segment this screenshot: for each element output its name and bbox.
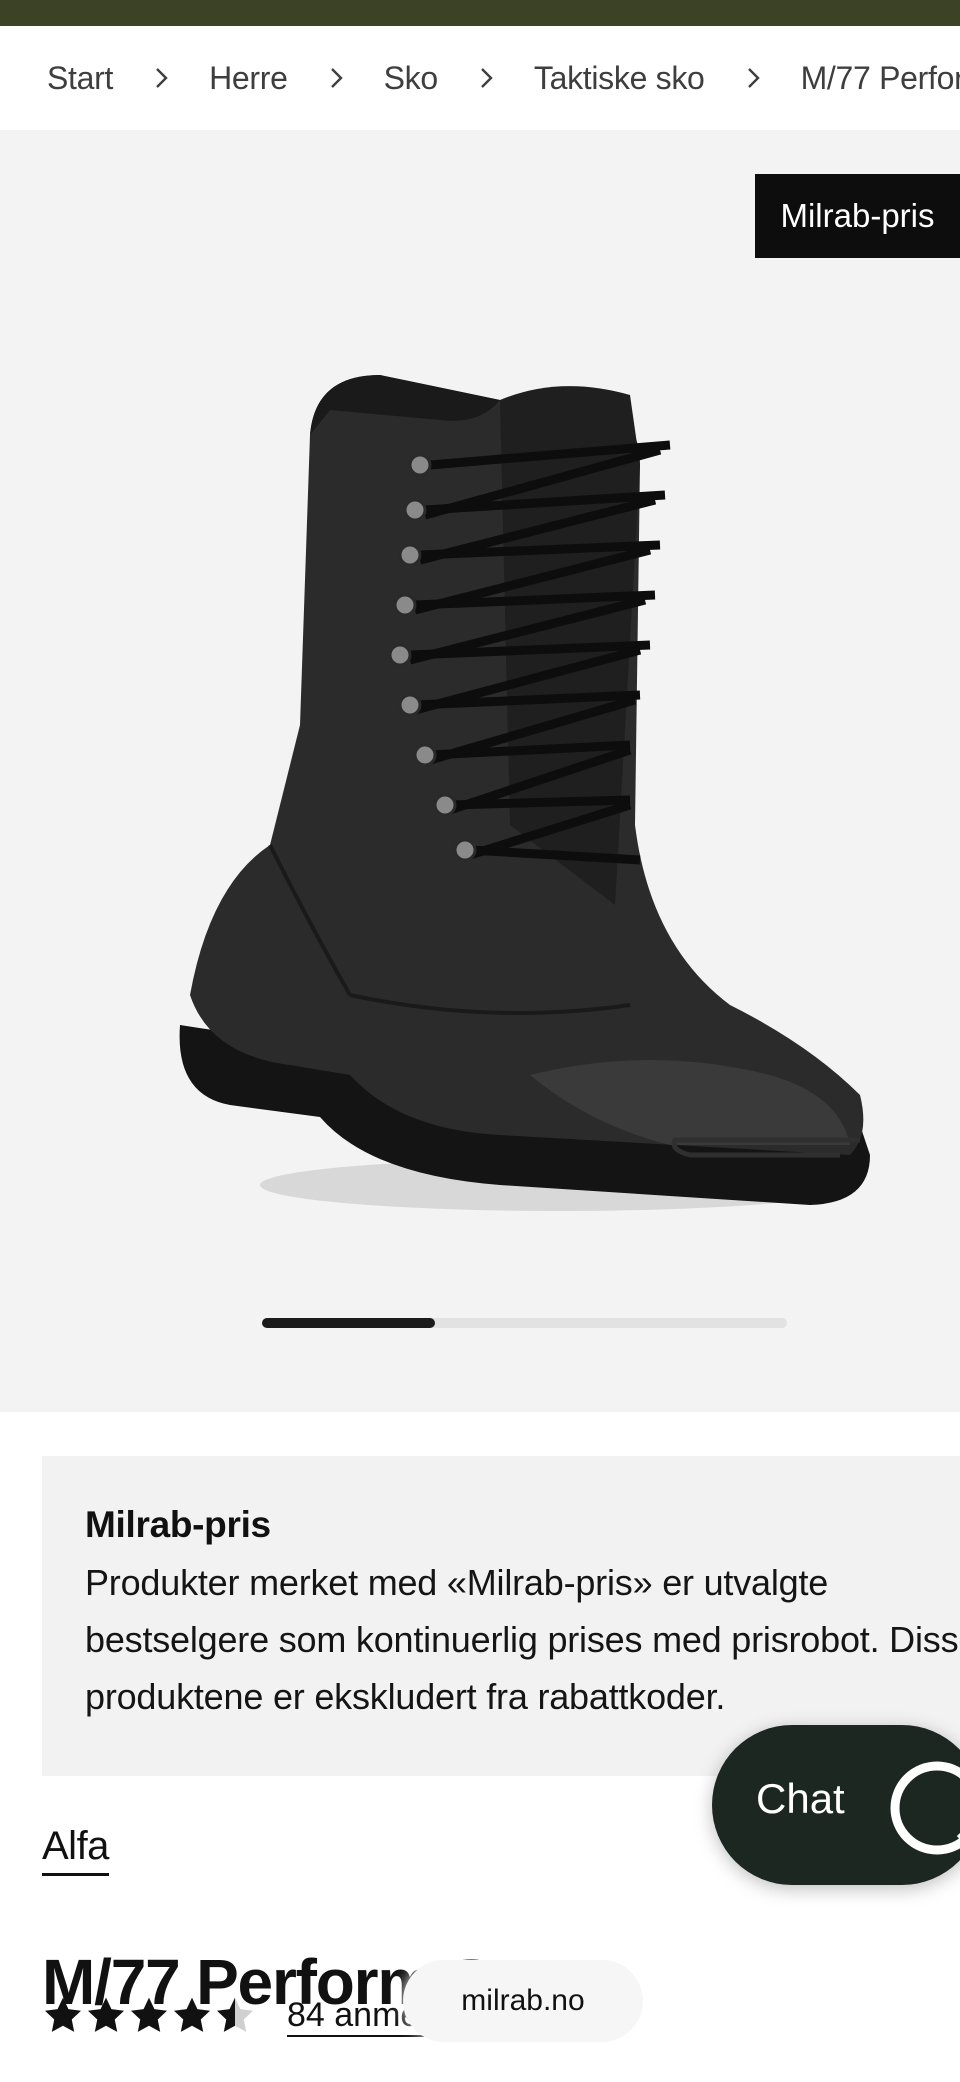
breadcrumb-taktiske-sko[interactable]: Taktiske sko [534, 60, 705, 97]
star-full-icon [85, 1995, 127, 2037]
brand-link[interactable]: Alfa [42, 1824, 109, 1876]
star-full-icon [171, 1995, 213, 2037]
chat-label: Chat [756, 1775, 845, 1822]
star-full-icon [128, 1995, 170, 2037]
info-title: Milrab-pris [85, 1504, 271, 1545]
carousel-progress-fill [262, 1318, 436, 1328]
breadcrumb-herre[interactable]: Herre [209, 60, 288, 97]
top-banner-strip [0, 0, 960, 26]
browser-url-pill[interactable]: milrab.no [403, 1960, 643, 2042]
chevron-right-icon [731, 58, 775, 98]
chat-bubble-icon [890, 1761, 960, 1855]
milrab-pris-badge: Milrab-pris [755, 174, 960, 258]
product-image-gallery[interactable]: Milrab-pris [0, 130, 960, 1412]
star-full-icon [42, 1995, 84, 2037]
breadcrumb-start[interactable]: Start [47, 60, 113, 97]
chevron-right-icon [139, 58, 183, 98]
chevron-right-icon [464, 58, 508, 98]
boot-product-image[interactable] [170, 305, 890, 1335]
breadcrumb: Start Herre Sko Taktiske sko M/77 Perfor… [0, 26, 960, 130]
info-description: Produkter merket med «Milrab-pris» er ut… [85, 1562, 960, 1717]
carousel-progress-track [262, 1318, 787, 1328]
chat-button[interactable]: Chat [712, 1725, 960, 1885]
breadcrumb-sko[interactable]: Sko [384, 60, 439, 97]
star-half-icon [214, 1995, 256, 2037]
product-rating: 84 anmeldelser [42, 1995, 442, 2037]
breadcrumb-current: M/77 Perform Svart [800, 59, 960, 96]
chevron-right-icon [314, 58, 358, 98]
